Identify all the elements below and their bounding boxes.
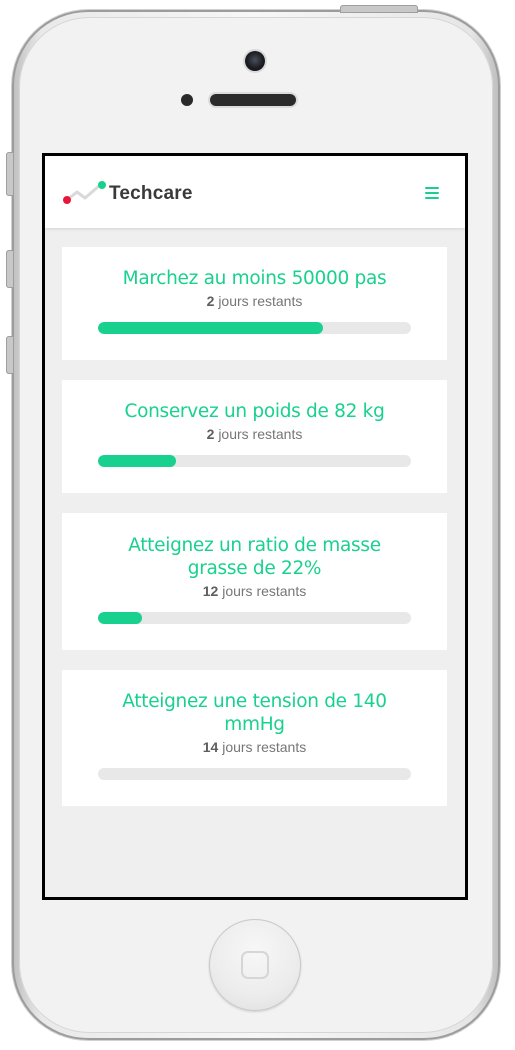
phone-screen: Techcare Marchez au moins 50000 pas 2 jo… <box>42 153 468 900</box>
home-square-icon <box>241 951 269 979</box>
mute-switch <box>6 152 14 196</box>
goal-progress-fill <box>98 322 324 334</box>
goal-title: Conservez un poids de 82 kg <box>124 401 385 422</box>
days-label: jours restants <box>218 426 303 442</box>
goal-card[interactable]: Marchez au moins 50000 pas 2 jours resta… <box>62 247 447 360</box>
goal-days-remaining: 2 jours restants <box>98 426 411 443</box>
goal-title: Atteignez un ratio de masse grasse de 22… <box>128 535 381 579</box>
app-header: Techcare <box>45 156 465 228</box>
proximity-sensor <box>181 94 193 106</box>
days-count: 2 <box>206 426 215 442</box>
goal-progress-bar <box>98 455 411 467</box>
goal-progress-bar <box>98 612 411 624</box>
volume-down-button <box>6 336 14 374</box>
goal-card[interactable]: Conservez un poids de 82 kg 2 jours rest… <box>62 380 447 493</box>
goal-progress-fill <box>98 612 142 624</box>
goal-card[interactable]: Atteignez une tension de 140 mmHg 14 jou… <box>62 670 447 806</box>
front-camera <box>245 51 265 71</box>
hamburger-menu-icon[interactable] <box>425 187 439 199</box>
goal-title: Atteignez une tension de 140 mmHg <box>122 691 387 735</box>
goal-title: Marchez au moins 50000 pas <box>122 268 387 289</box>
days-label: jours restants <box>222 739 307 755</box>
days-label: jours restants <box>222 583 307 599</box>
goal-card[interactable]: Atteignez un ratio de masse grasse de 22… <box>62 513 447 650</box>
days-count: 2 <box>206 293 215 309</box>
days-label: jours restants <box>218 293 303 309</box>
earpiece-speaker <box>210 94 296 106</box>
volume-up-button <box>6 250 14 288</box>
goal-days-remaining: 2 jours restants <box>98 293 411 310</box>
days-count: 12 <box>202 583 219 599</box>
goal-list: Marchez au moins 50000 pas 2 jours resta… <box>62 247 447 826</box>
goal-progress-fill <box>98 455 177 467</box>
brand-name: Techcare <box>109 183 193 204</box>
home-button[interactable] <box>209 919 301 1011</box>
heartbeat-line-logo-icon <box>63 181 106 204</box>
goal-progress-bar <box>98 768 411 780</box>
power-button <box>340 5 418 13</box>
days-count: 14 <box>202 739 219 755</box>
goal-days-remaining: 14 jours restants <box>98 739 411 756</box>
goal-days-remaining: 12 jours restants <box>98 583 411 600</box>
goal-progress-bar <box>98 322 411 334</box>
